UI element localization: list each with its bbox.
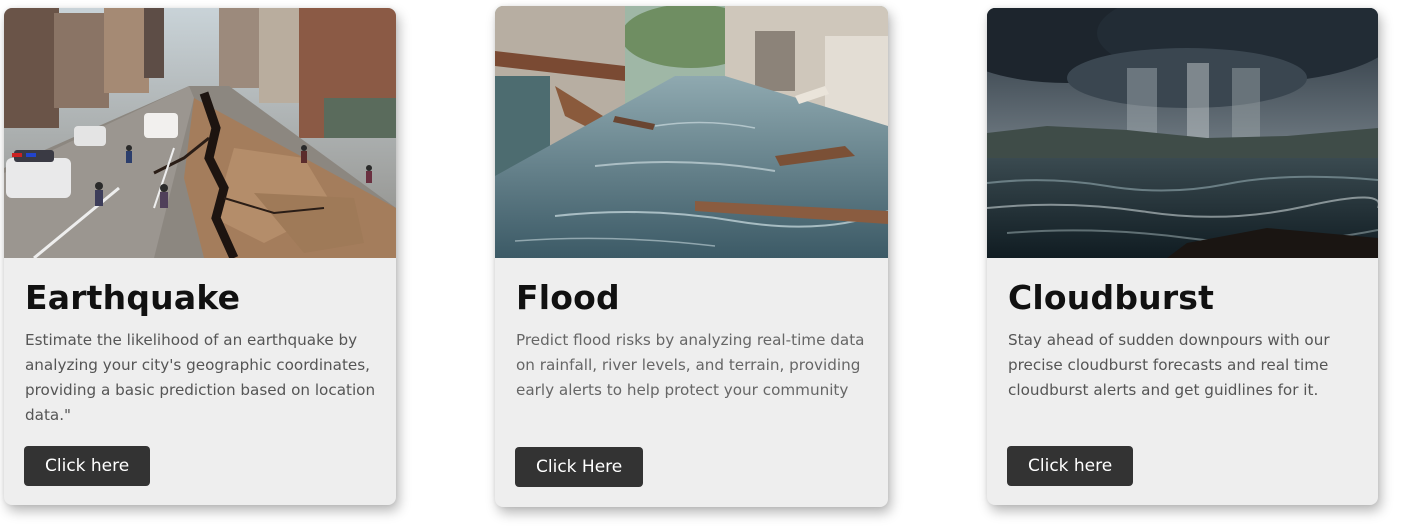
cloudburst-click-here-button[interactable]: Click here (1007, 446, 1134, 486)
card-title: Cloudburst (1008, 278, 1215, 317)
card-title: Earthquake (25, 278, 241, 317)
card-description: Estimate the likelihood of an earthquake… (25, 331, 376, 424)
card-description: Predict flood risks by analyzing real-ti… (516, 331, 865, 399)
card-description: Stay ahead of sudden downpours with our … (1008, 331, 1330, 399)
flood-card: Flood Predict flood risks by analyzing r… (495, 6, 888, 507)
earthquake-click-here-button[interactable]: Click here (24, 446, 151, 486)
earthquake-image (4, 8, 396, 258)
cloudburst-image (987, 8, 1378, 258)
card-title: Flood (516, 278, 620, 317)
flood-click-here-button[interactable]: Click Here (515, 447, 644, 487)
earthquake-card: Earthquake Estimate the likelihood of an… (4, 8, 396, 505)
flood-image (495, 6, 888, 258)
cloudburst-card: Cloudburst Stay ahead of sudden downpour… (987, 8, 1378, 505)
